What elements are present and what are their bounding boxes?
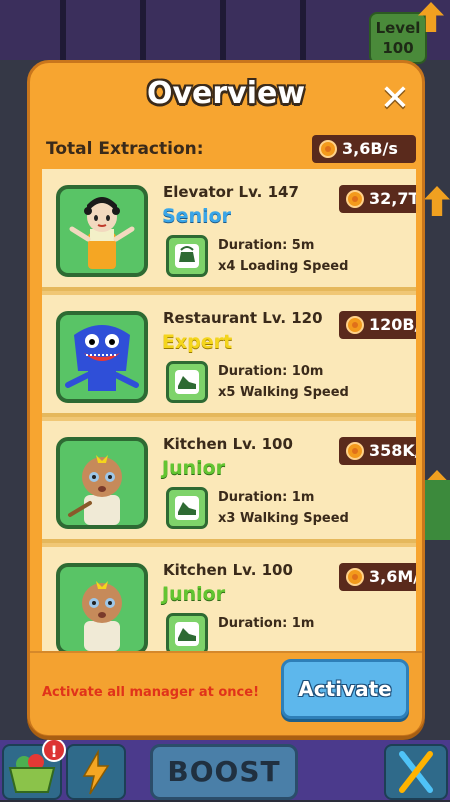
manager-effect: x4 Loading Speed	[218, 259, 349, 274]
restaurant-button[interactable]	[384, 744, 448, 800]
manager-rate: 32,7T/s	[339, 185, 416, 213]
total-extraction-label: Total Extraction:	[46, 139, 204, 159]
baby-doll-portrait-icon	[68, 455, 122, 525]
manager-portrait	[56, 311, 148, 403]
manager-duration: Duration: 10m	[218, 364, 324, 379]
manager-name: Kitchen Lv. 100	[163, 435, 293, 453]
coin-icon	[346, 316, 364, 334]
manager-rate-value: 120B/s	[369, 315, 416, 334]
coin-icon	[346, 442, 364, 460]
activate-all-hint: Activate all manager at once!	[42, 685, 260, 700]
manager-rate: 358K/s	[339, 437, 416, 465]
manager-rank: Junior	[162, 457, 226, 479]
coin-icon	[319, 140, 337, 158]
total-extraction-value: 3,6B/s	[342, 139, 398, 158]
manager-effect: x3 Walking Speed	[218, 511, 349, 526]
manager-duration: Duration: 5m	[218, 238, 315, 253]
doll-portrait-icon	[69, 197, 135, 269]
total-extraction-row: Total Extraction: 3,6B/s	[42, 133, 416, 167]
manager-name: Elevator Lv. 147	[163, 183, 299, 201]
boost-button[interactable]: BOOST	[150, 744, 298, 800]
manager-card[interactable]: Kitchen Lv. 100 Junior 3,6M/s Duration: …	[42, 547, 416, 651]
manager-rank: Junior	[162, 583, 226, 605]
coin-icon	[346, 568, 364, 586]
total-extraction-rate: 3,6B/s	[312, 135, 416, 163]
manager-portrait	[56, 437, 148, 529]
manager-portrait	[56, 185, 148, 277]
manager-rate: 120B/s	[339, 311, 416, 339]
manager-rate: 3,6M/s	[339, 563, 416, 591]
modal-footer: Activate all manager at once! Activate	[30, 651, 422, 735]
lightning-button[interactable]	[66, 744, 126, 800]
manager-name: Restaurant Lv. 120	[163, 309, 323, 327]
manager-duration: Duration: 1m	[218, 616, 315, 631]
manager-rate-value: 32,7T/s	[369, 189, 416, 208]
level-value: 100	[382, 39, 414, 57]
coin-icon	[346, 190, 364, 208]
manager-list[interactable]: Elevator Lv. 147 Senior 32,7T/s Duration…	[42, 169, 416, 651]
walking-speed-icon	[166, 613, 208, 651]
level-badge[interactable]: Level 100	[369, 12, 427, 64]
manager-rate-value: 3,6M/s	[369, 567, 416, 586]
close-icon[interactable]: ✕	[377, 81, 413, 117]
baby-doll-portrait-icon	[82, 581, 122, 651]
manager-effect: x5 Walking Speed	[218, 385, 349, 400]
modal-title: Overview	[146, 76, 306, 111]
manager-name: Kitchen Lv. 100	[163, 561, 293, 579]
overview-modal: Overview ✕ Total Extraction: 3,6B/s Elev…	[27, 60, 425, 736]
fork-spoon-icon	[399, 751, 433, 793]
level-label: Level	[375, 19, 421, 37]
manager-card[interactable]: Kitchen Lv. 100 Junior 358K/s Duration: …	[42, 421, 416, 543]
manager-card[interactable]: Restaurant Lv. 120 Expert 120B/s Duratio…	[42, 295, 416, 417]
manager-portrait	[56, 563, 148, 651]
manager-rank: Expert	[162, 331, 233, 353]
walking-speed-icon	[166, 361, 208, 403]
manager-rank: Senior	[162, 205, 232, 227]
loading-speed-icon	[166, 235, 208, 277]
alert-badge: !	[42, 738, 66, 762]
manager-card[interactable]: Elevator Lv. 147 Senior 32,7T/s Duration…	[42, 169, 416, 291]
activate-button[interactable]: Activate	[281, 659, 409, 719]
walking-speed-icon	[166, 487, 208, 529]
manager-duration: Duration: 1m	[218, 490, 315, 505]
lightning-icon	[82, 749, 110, 795]
blue-monster-portrait-icon	[65, 325, 139, 391]
manager-rate-value: 358K/s	[369, 441, 416, 460]
